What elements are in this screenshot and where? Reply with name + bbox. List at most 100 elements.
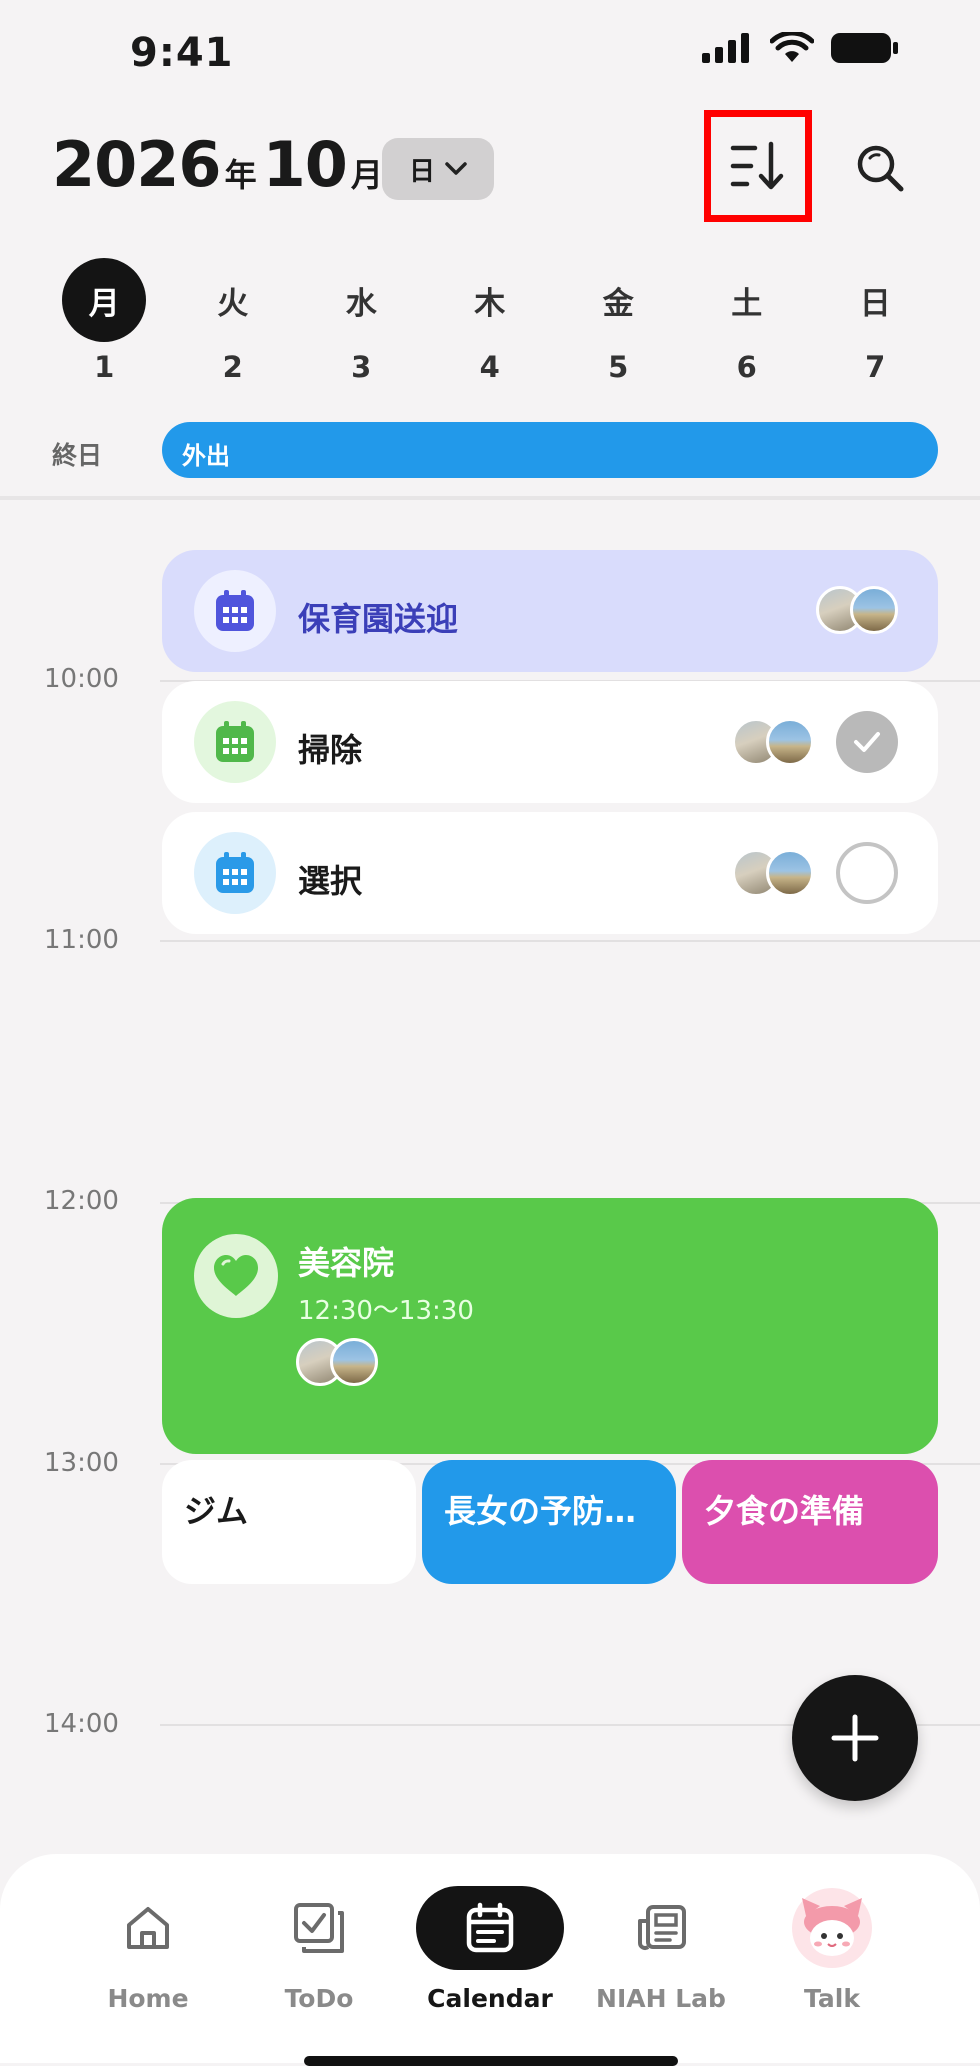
date-label: 5 bbox=[608, 350, 629, 384]
status-time: 9:41 bbox=[130, 30, 234, 76]
task-card-daycare[interactable]: 保育園送迎 bbox=[162, 550, 938, 672]
assignee-avatars bbox=[816, 586, 898, 634]
tab-icon-wrap bbox=[601, 1886, 721, 1970]
hour-label: 10:00 bbox=[44, 664, 119, 694]
hour-label: 12:00 bbox=[44, 1186, 119, 1216]
hour-line bbox=[160, 940, 980, 942]
plus-icon bbox=[831, 1714, 879, 1762]
day-fri[interactable]: 金 5 bbox=[554, 258, 683, 385]
week-strip: 月 1 火 2 水 3 木 4 金 5 土 6 日 7 bbox=[40, 258, 950, 384]
date-label: 4 bbox=[479, 350, 500, 384]
tab-home[interactable]: Home bbox=[78, 1886, 218, 2013]
event-card-dinner-prep[interactable]: 夕食の準備 bbox=[682, 1460, 938, 1584]
event-time-range: 12:30～13:30 bbox=[298, 1296, 474, 1326]
add-event-button[interactable] bbox=[792, 1675, 918, 1801]
weekday-label: 土 bbox=[731, 285, 763, 322]
search-icon bbox=[857, 145, 904, 192]
avatar bbox=[850, 586, 898, 634]
wifi-icon bbox=[770, 32, 814, 62]
day-sun[interactable]: 日 7 bbox=[811, 258, 940, 385]
weekday-label: 木 bbox=[474, 285, 506, 322]
date-label: 3 bbox=[351, 350, 372, 384]
event-card-vaccination[interactable]: 長女の予防… bbox=[422, 1460, 676, 1584]
task-icon-wrap bbox=[194, 701, 276, 783]
tab-icon-wrap bbox=[772, 1886, 892, 1970]
task-done-checkbox[interactable] bbox=[836, 711, 898, 773]
home-icon bbox=[127, 1907, 169, 1949]
home-indicator bbox=[304, 2056, 678, 2066]
date-label: 1 bbox=[94, 350, 115, 384]
task-checkbox[interactable] bbox=[836, 842, 898, 904]
day-tue[interactable]: 火 2 bbox=[169, 258, 298, 385]
calendar-icon bbox=[216, 590, 254, 631]
status-icons bbox=[702, 32, 900, 64]
sort-button[interactable] bbox=[704, 110, 812, 222]
search-button[interactable] bbox=[852, 140, 908, 196]
mascot-icon bbox=[792, 1888, 872, 1968]
heart-icon bbox=[214, 1255, 258, 1296]
task-title: 選択 bbox=[298, 862, 363, 900]
date-label: 2 bbox=[222, 350, 243, 384]
event-card-gym[interactable]: ジム bbox=[162, 1460, 416, 1584]
calendar-icon bbox=[466, 1902, 514, 1953]
hour-label: 14:00 bbox=[44, 1709, 119, 1739]
date-label: 7 bbox=[865, 350, 886, 384]
hour-label: 13:00 bbox=[44, 1448, 119, 1478]
tab-label: Calendar bbox=[427, 1984, 553, 2013]
avatar bbox=[766, 849, 814, 897]
signal-icon bbox=[702, 33, 749, 63]
tab-icon-wrap bbox=[259, 1886, 379, 1970]
month-suffix: 月 bbox=[350, 156, 383, 194]
news-icon bbox=[638, 1905, 686, 1950]
year-suffix: 年 bbox=[224, 156, 257, 194]
calendar-icon bbox=[216, 721, 254, 762]
view-mode-label: 日 bbox=[408, 156, 435, 187]
task-icon-wrap bbox=[194, 570, 276, 652]
divider bbox=[0, 496, 980, 500]
tab-calendar[interactable]: Calendar bbox=[416, 1886, 564, 2013]
date-label: 6 bbox=[736, 350, 757, 384]
hour-label: 11:00 bbox=[44, 925, 119, 955]
weekday-label: 月 bbox=[62, 258, 147, 342]
bottom-tab-bar: Home ToDo Calendar NIAH Lab Talk bbox=[0, 1854, 980, 2063]
day-wed[interactable]: 水 3 bbox=[297, 258, 426, 385]
all-day-event[interactable]: 外出 bbox=[162, 422, 938, 478]
tab-todo[interactable]: ToDo bbox=[249, 1886, 389, 2013]
event-title: 美容院 bbox=[298, 1244, 395, 1282]
tab-label: NIAH Lab bbox=[596, 1984, 726, 2013]
sort-icon bbox=[730, 141, 784, 190]
task-card-cleaning[interactable]: 掃除 bbox=[162, 681, 938, 803]
month-value: 10 bbox=[262, 128, 348, 201]
view-mode-dropdown[interactable]: 日 bbox=[382, 138, 494, 200]
avatar bbox=[330, 1338, 378, 1386]
task-icon-wrap bbox=[194, 832, 276, 914]
day-sat[interactable]: 土 6 bbox=[683, 258, 812, 385]
tab-label: ToDo bbox=[284, 1984, 354, 2013]
all-day-label: 終日 bbox=[52, 441, 103, 470]
day-thu[interactable]: 木 4 bbox=[426, 258, 555, 385]
task-title: 掃除 bbox=[298, 731, 363, 769]
tab-icon-wrap bbox=[88, 1886, 208, 1970]
weekday-label: 水 bbox=[345, 285, 377, 322]
event-card-salon[interactable]: 美容院 12:30～13:30 bbox=[162, 1198, 938, 1454]
check-icon bbox=[854, 732, 880, 752]
tab-talk[interactable]: Talk bbox=[762, 1886, 902, 2013]
event-icon-wrap bbox=[194, 1234, 278, 1318]
assignee-avatars bbox=[732, 718, 814, 766]
tab-label: Home bbox=[107, 1984, 189, 2013]
tab-label: Talk bbox=[804, 1984, 860, 2013]
task-title: 保育園送迎 bbox=[298, 600, 459, 638]
tab-niah-lab[interactable]: NIAH Lab bbox=[591, 1886, 731, 2013]
avatar bbox=[766, 718, 814, 766]
task-card-select[interactable]: 選択 bbox=[162, 812, 938, 934]
chevron-down-icon bbox=[445, 162, 467, 175]
day-mon[interactable]: 月 1 bbox=[40, 258, 169, 384]
battery-icon bbox=[831, 33, 898, 63]
weekday-label: 火 bbox=[217, 285, 249, 322]
month-title: 2026 年 10 月 bbox=[52, 128, 389, 201]
calendar-icon bbox=[216, 852, 254, 893]
weekday-label: 日 bbox=[859, 285, 891, 322]
assignee-avatars bbox=[732, 849, 814, 897]
assignee-avatars bbox=[296, 1338, 378, 1386]
todo-icon bbox=[294, 1903, 344, 1953]
